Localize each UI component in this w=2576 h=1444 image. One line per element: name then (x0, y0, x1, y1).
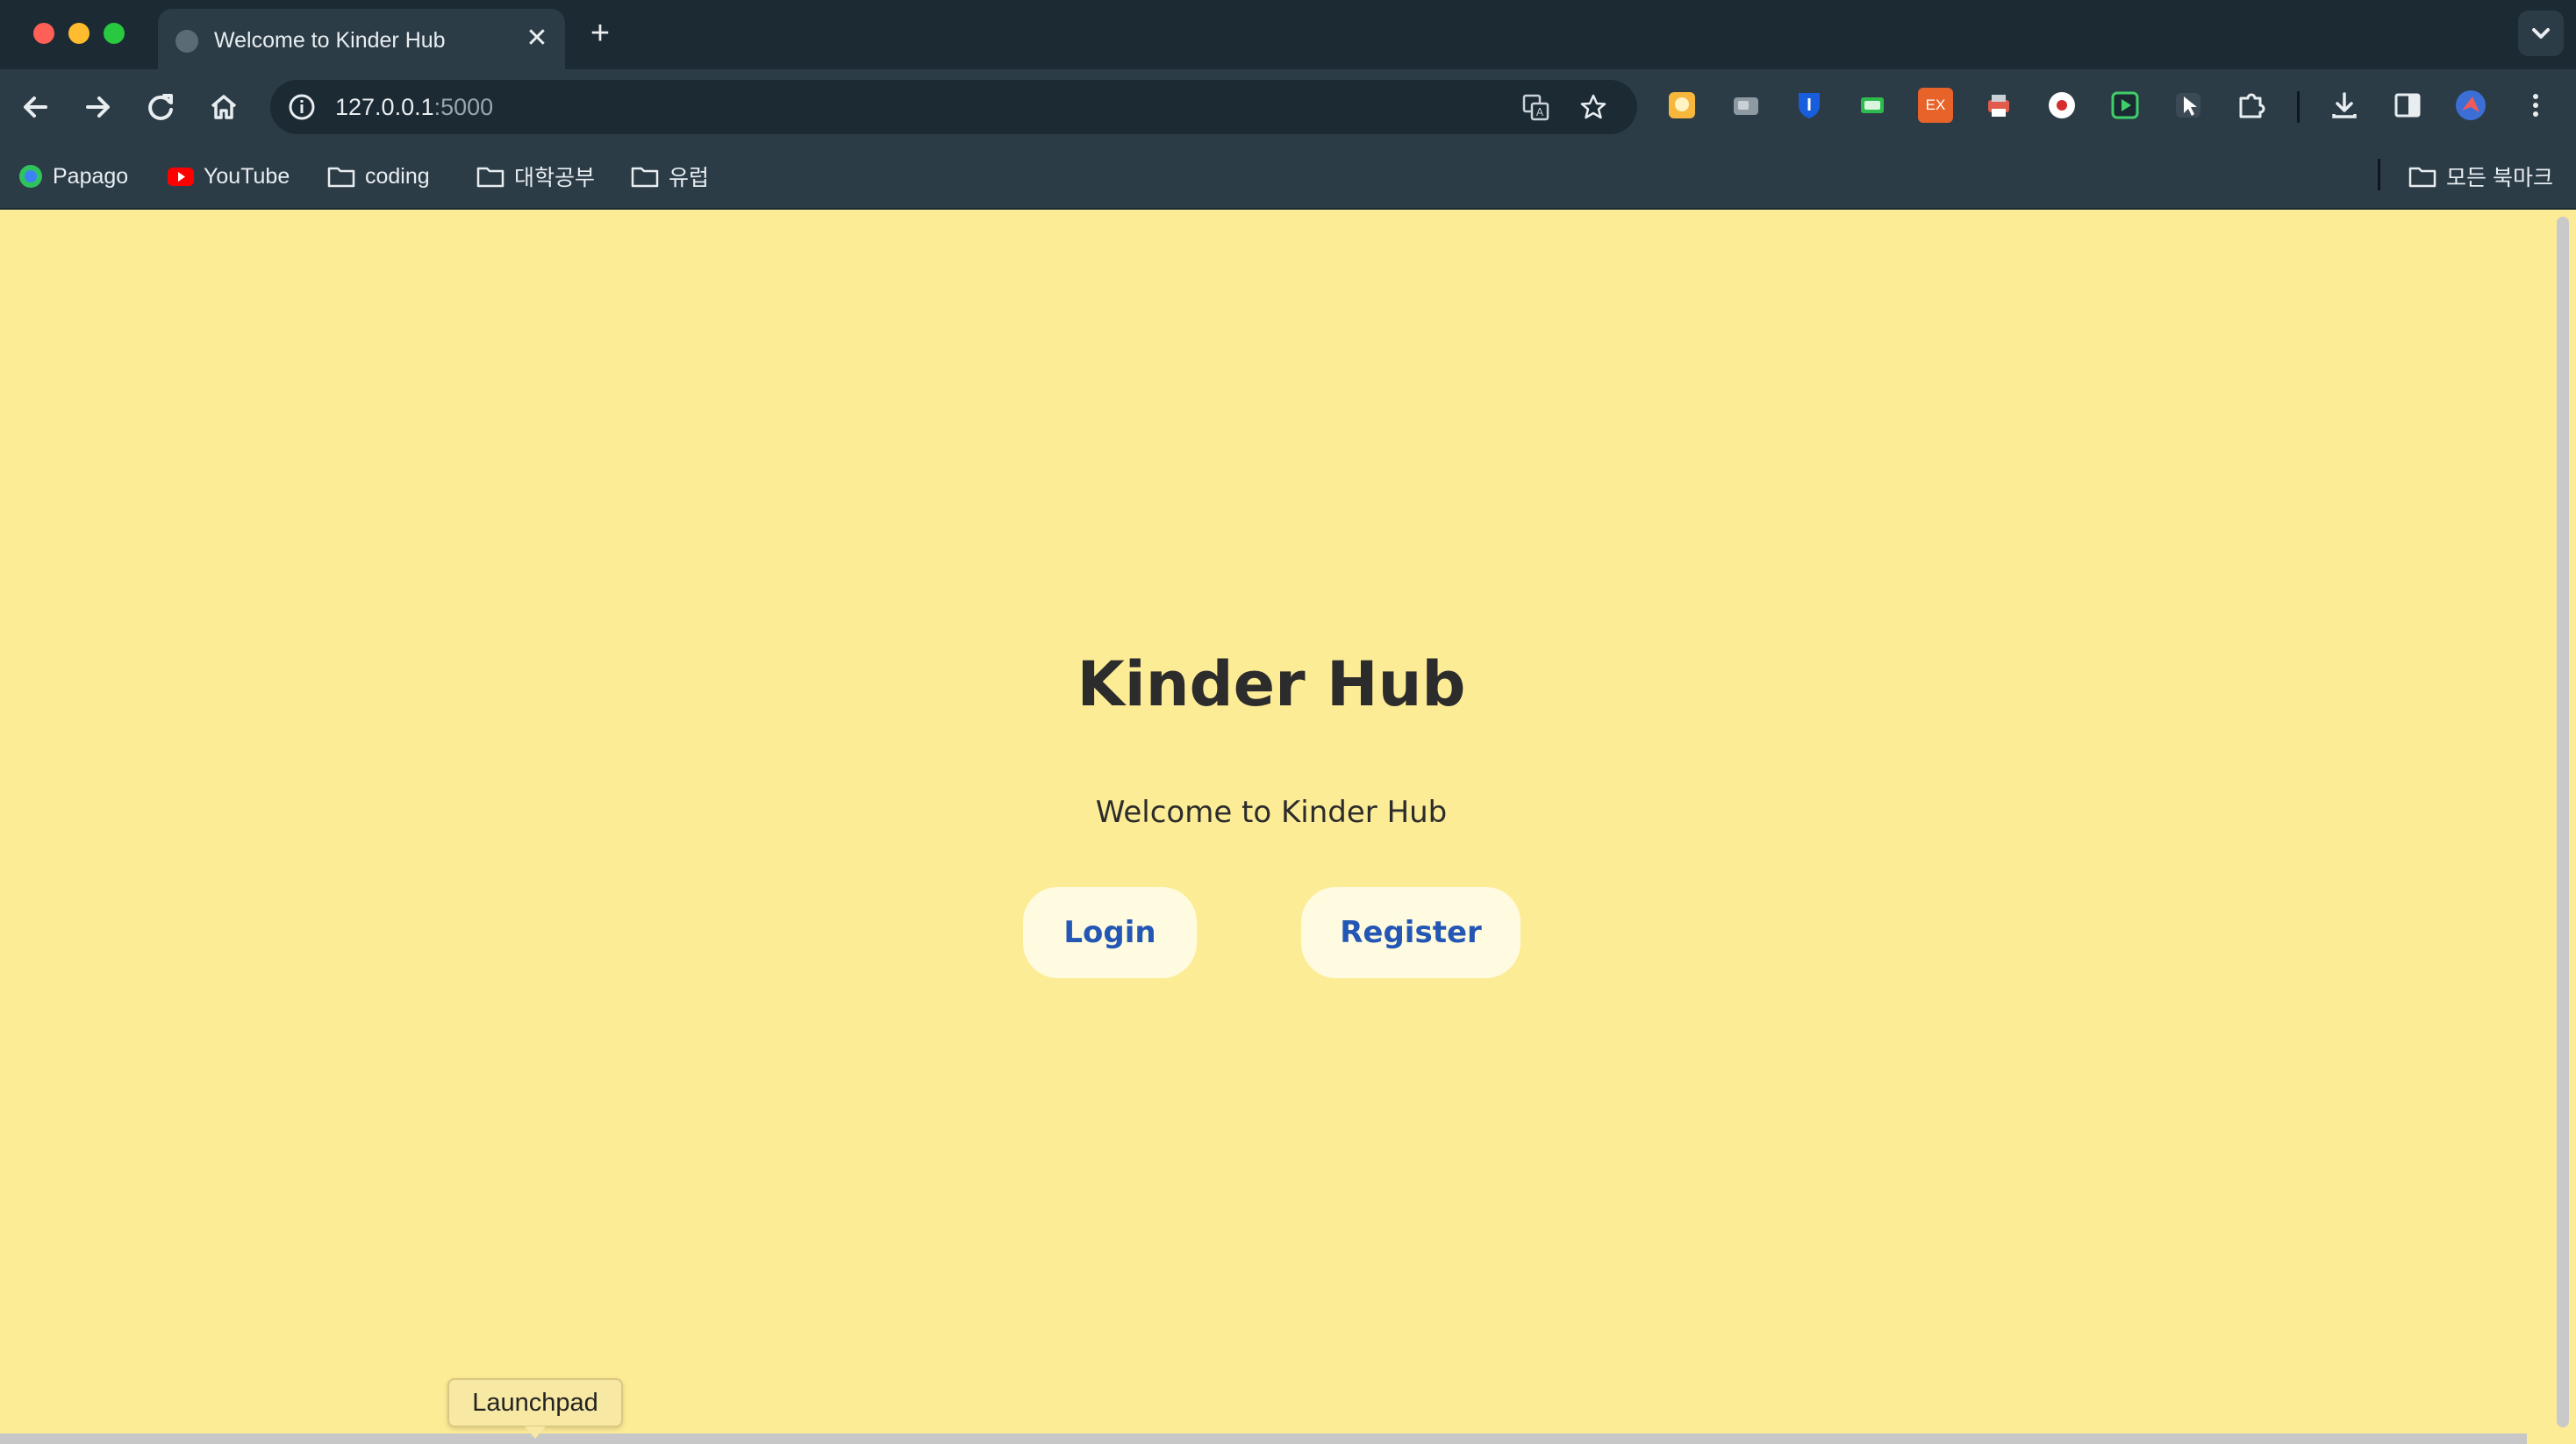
record-icon[interactable] (2044, 88, 2079, 123)
page-title: Kinder Hub (1077, 648, 1466, 720)
bookmark-label: YouTube (204, 163, 290, 189)
play-extension-icon[interactable] (2107, 88, 2143, 123)
minimize-window-button[interactable] (68, 23, 89, 44)
site-info-icon[interactable] (286, 91, 318, 123)
all-bookmarks-folder[interactable]: 모든 북마크 (2408, 161, 2553, 192)
tab-active[interactable]: Welcome to Kinder Hub ✕ (158, 9, 565, 69)
globe-icon (175, 30, 198, 53)
bookmark-folder-coding[interactable]: coding (326, 161, 430, 192)
tooltip-caret (525, 1426, 546, 1439)
page-content: Kinder Hub Welcome to Kinder Hub Login R… (0, 210, 2550, 1444)
folder-icon (476, 167, 504, 188)
bookmark-folder-europe[interactable]: 유럽 (630, 161, 709, 192)
tab-search-button[interactable] (2518, 11, 2564, 56)
papago-icon (19, 165, 42, 188)
bitwarden-icon[interactable] (1792, 88, 1827, 123)
bookmark-label: coding (365, 163, 430, 189)
bookmark-label: 대학공부 (514, 166, 596, 190)
bookmarks-bar: Papago YouTube coding 대학공부 유럽 모든 북마크 (0, 145, 2576, 210)
download-icon[interactable] (2327, 88, 2362, 123)
bookmark-label: 유럽 (669, 166, 710, 190)
browser-toolbar: 127.0.0.1:5000 A EX (0, 69, 2576, 145)
translate-icon[interactable]: A (1520, 91, 1551, 123)
youtube-icon (168, 168, 194, 186)
back-arrow-icon[interactable] (16, 87, 56, 127)
address-bar[interactable]: 127.0.0.1:5000 A (270, 80, 1637, 134)
home-icon[interactable] (204, 87, 244, 127)
close-window-button[interactable] (33, 23, 54, 44)
star-bookmark-icon[interactable] (1578, 91, 1609, 123)
bookmark-papago[interactable]: Papago (18, 161, 128, 192)
url-host: 127.0.0.1 (335, 94, 434, 120)
green-extension-icon[interactable] (1855, 88, 1890, 123)
folder-icon (631, 167, 659, 188)
printer-extension-icon[interactable] (1981, 88, 2016, 123)
dock-tooltip: Launchpad (447, 1378, 623, 1427)
maximize-window-button[interactable] (104, 23, 125, 44)
dock-edge (0, 1433, 2527, 1444)
browser-titlebar: Welcome to Kinder Hub ✕ + (0, 0, 2576, 69)
login-button[interactable]: Login (1023, 887, 1197, 978)
side-panel-icon[interactable] (2390, 88, 2425, 123)
ex-extension-icon[interactable]: EX (1918, 88, 1953, 123)
bookmarks-divider (2378, 159, 2380, 190)
page-scrollbar[interactable] (2550, 210, 2576, 1444)
kebab-menu-icon[interactable] (2518, 88, 2553, 123)
welcome-text: Welcome to Kinder Hub (1095, 795, 1448, 830)
cursor-extension-icon[interactable] (2171, 88, 2206, 123)
gray-extension-icon[interactable] (1728, 88, 1764, 123)
puzzle-icon[interactable] (2234, 88, 2269, 123)
tab-close-icon[interactable]: ✕ (521, 23, 553, 54)
register-button[interactable]: Register (1301, 887, 1521, 978)
folder-icon (327, 167, 355, 188)
profile-avatar[interactable] (2453, 88, 2488, 123)
reload-icon[interactable] (140, 87, 181, 127)
chevron-down-icon (2532, 28, 2550, 39)
new-tab-button[interactable]: + (583, 16, 618, 51)
folder-icon (2408, 167, 2436, 188)
tab-title: Welcome to Kinder Hub (214, 28, 446, 53)
url-port: :5000 (433, 94, 494, 120)
svg-text:A: A (1536, 106, 1544, 118)
bookmark-youtube[interactable]: YouTube (167, 161, 290, 192)
toolbar-divider (2297, 91, 2300, 123)
forward-arrow-icon[interactable] (77, 87, 118, 127)
yellow-extension-icon[interactable] (1664, 88, 1699, 123)
bookmark-label: Papago (53, 163, 129, 189)
url-text: 127.0.0.1:5000 (335, 94, 493, 121)
scrollbar-thumb[interactable] (2557, 217, 2569, 1427)
bookmark-folder-university[interactable]: 대학공부 (476, 161, 595, 192)
all-bookmarks-label: 모든 북마크 (2446, 166, 2553, 190)
